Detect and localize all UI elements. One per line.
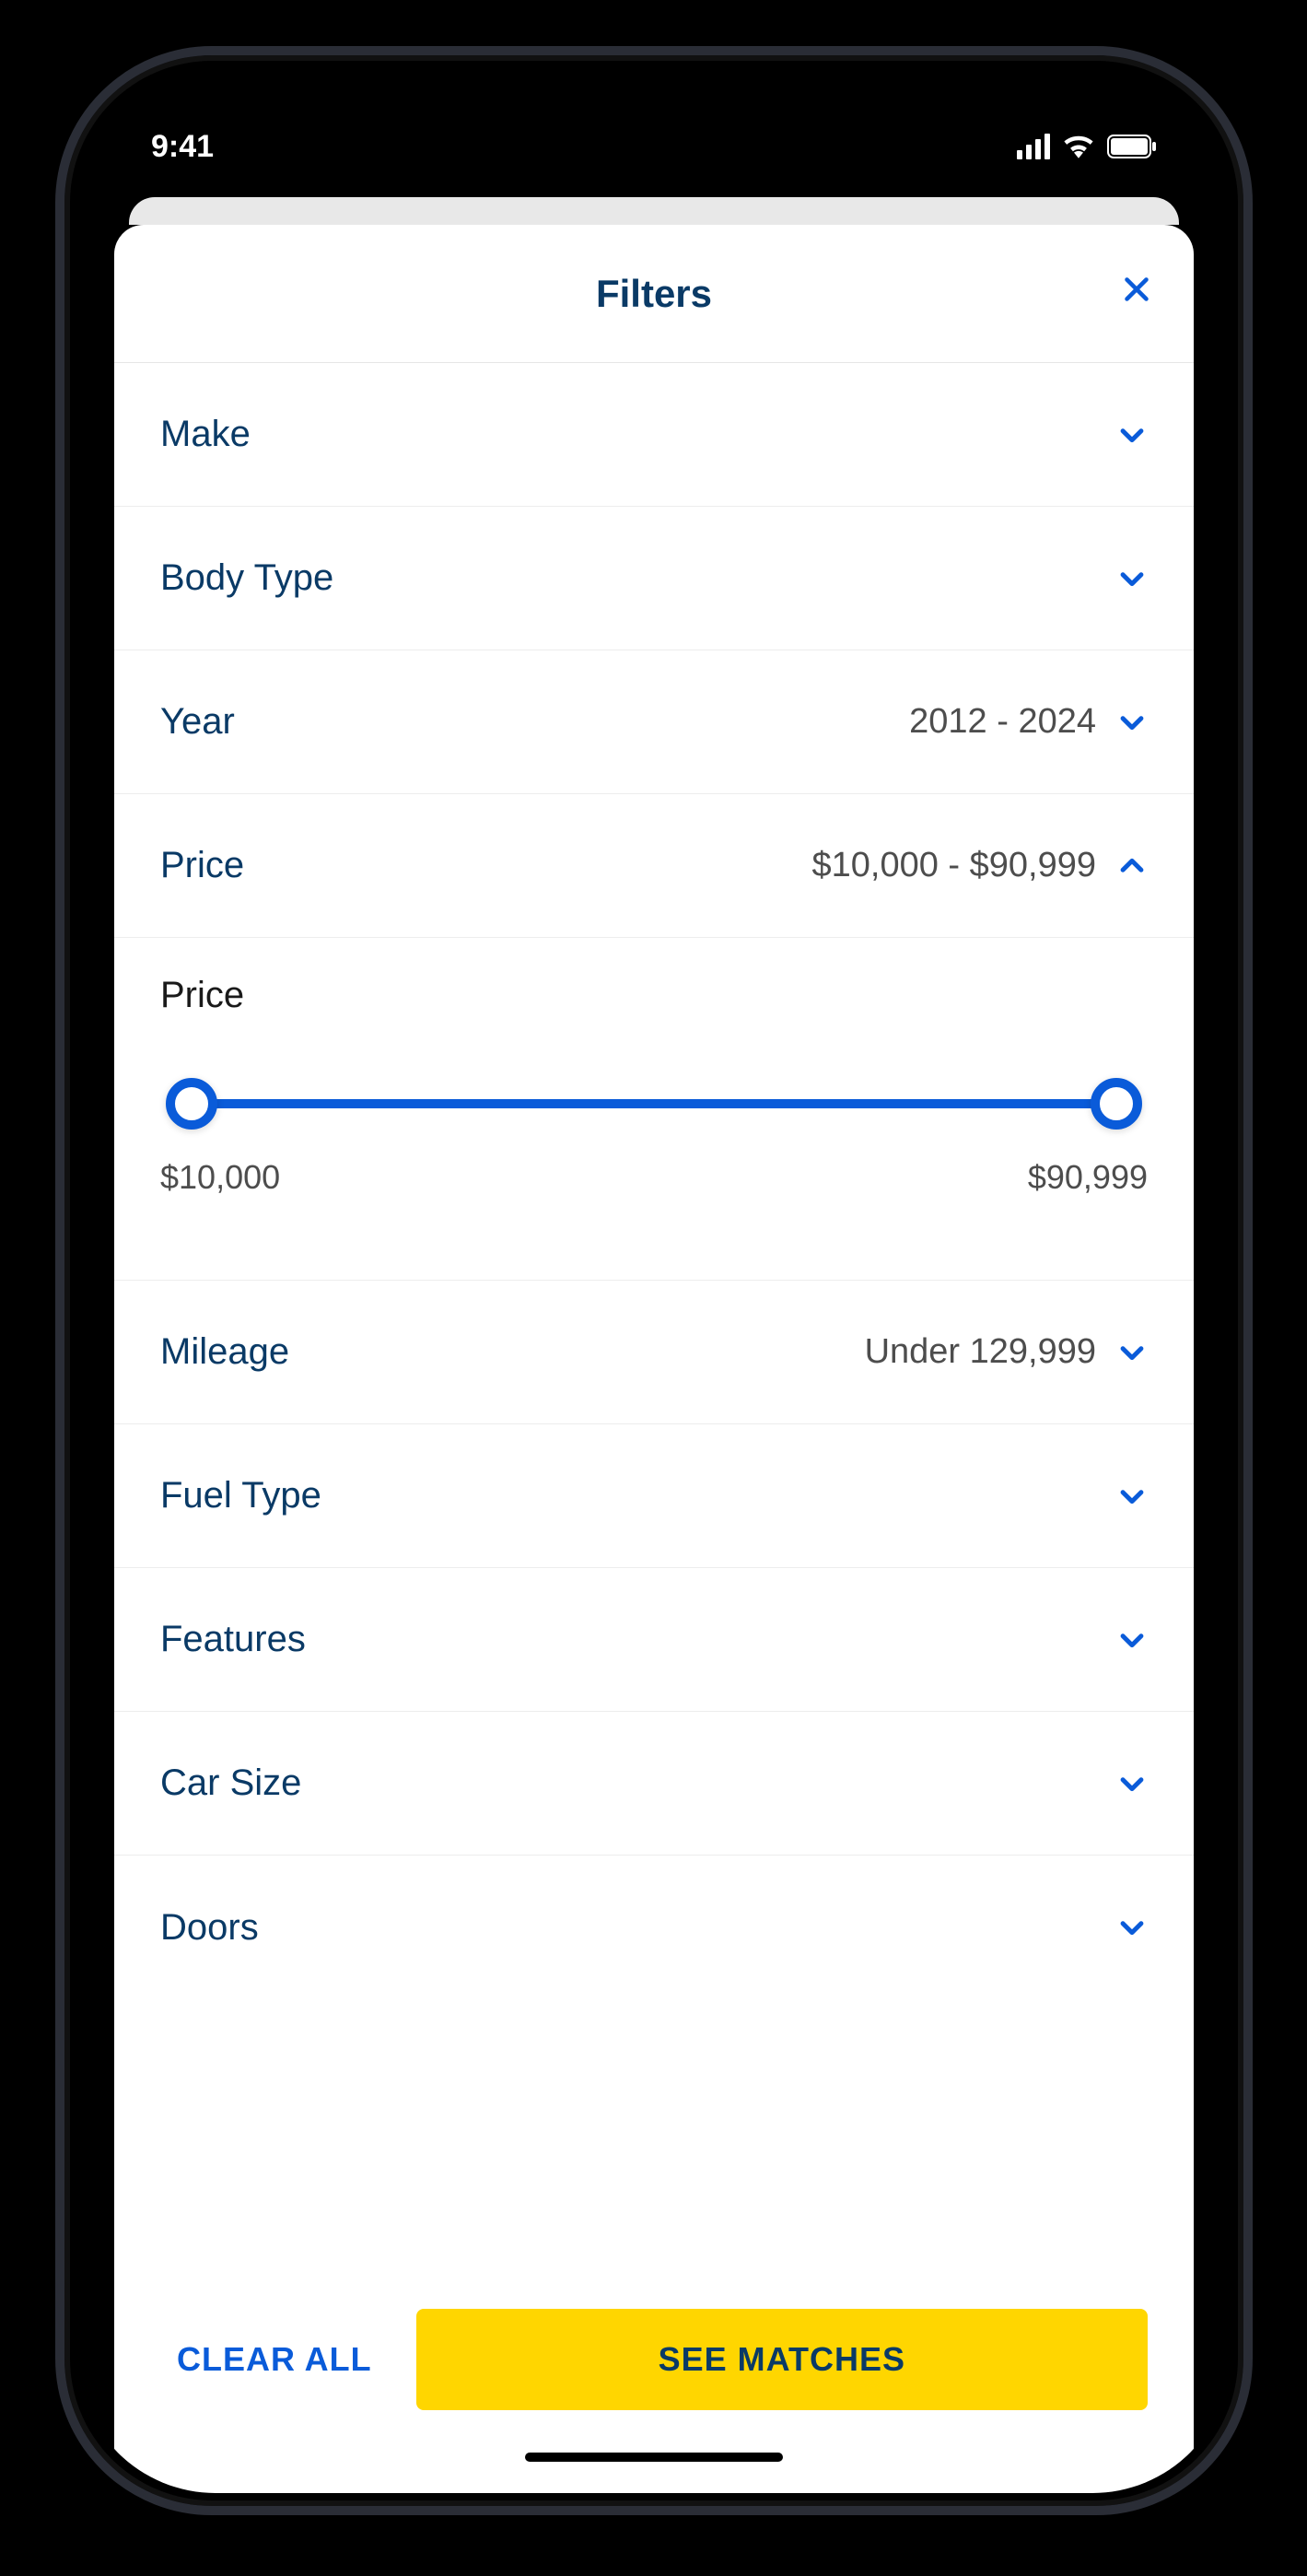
dynamic-island	[507, 100, 801, 164]
side-button	[55, 737, 61, 940]
filter-label: Car Size	[160, 1762, 301, 1804]
filter-label: Doors	[160, 1907, 259, 1949]
filter-value: Under 129,999	[865, 1332, 1096, 1372]
chevron-down-icon	[1116, 1481, 1148, 1512]
status-right	[1017, 134, 1157, 159]
side-button	[1247, 811, 1253, 1124]
filter-row-make[interactable]: Make	[114, 363, 1194, 507]
home-indicator[interactable]	[525, 2453, 783, 2462]
filter-row-body-type[interactable]: Body Type	[114, 507, 1194, 650]
close-button[interactable]	[1120, 273, 1153, 315]
sheet-header: Filters	[114, 225, 1194, 363]
filter-value: $10,000 - $90,999	[812, 846, 1097, 885]
filter-value: 2012 - 2024	[909, 702, 1096, 742]
filter-row-doors[interactable]: Doors	[114, 1856, 1194, 1999]
wifi-icon	[1063, 135, 1094, 158]
sheet-title: Filters	[596, 272, 712, 316]
filter-label: Fuel Type	[160, 1475, 321, 1516]
chevron-down-icon	[1116, 1337, 1148, 1368]
chevron-down-icon	[1116, 563, 1148, 594]
chevron-down-icon	[1116, 1768, 1148, 1799]
chevron-up-icon	[1116, 850, 1148, 882]
filter-row-year[interactable]: Year 2012 - 2024	[114, 650, 1194, 794]
chevron-down-icon	[1116, 1624, 1148, 1656]
filter-label: Make	[160, 414, 251, 455]
chevron-down-icon	[1116, 707, 1148, 738]
filter-label: Mileage	[160, 1331, 289, 1373]
cellular-icon	[1017, 134, 1050, 159]
filter-label: Features	[160, 1619, 306, 1660]
chevron-down-icon	[1116, 419, 1148, 451]
clear-all-button[interactable]: CLEAR ALL	[160, 2314, 389, 2405]
background-sheet	[129, 197, 1179, 225]
price-slider[interactable]	[169, 1081, 1138, 1127]
screen: 9:41 Filters	[77, 68, 1231, 2493]
slider-thumb-min[interactable]	[166, 1078, 217, 1130]
filter-label: Year	[160, 701, 235, 743]
filter-list[interactable]: Make Body Type Y	[114, 363, 1194, 2277]
slider-max-value: $90,999	[1028, 1158, 1148, 1197]
chevron-down-icon	[1116, 1912, 1148, 1943]
see-matches-button[interactable]: SEE MATCHES	[416, 2309, 1148, 2410]
filters-sheet: Filters Make Body Type	[114, 225, 1194, 2493]
price-slider-panel: Price $10,000 $90,999	[114, 938, 1194, 1281]
price-slider-label: Price	[160, 975, 1148, 1016]
status-time: 9:41	[151, 129, 214, 165]
slider-thumb-max[interactable]	[1091, 1078, 1142, 1130]
slider-values: $10,000 $90,999	[160, 1158, 1148, 1197]
side-button	[55, 553, 61, 663]
filter-row-fuel-type[interactable]: Fuel Type	[114, 1424, 1194, 1568]
slider-track	[188, 1099, 1120, 1108]
filter-row-mileage[interactable]: Mileage Under 129,999	[114, 1281, 1194, 1424]
filter-row-features[interactable]: Features	[114, 1568, 1194, 1712]
filter-label: Price	[160, 845, 244, 886]
filter-label: Body Type	[160, 557, 333, 599]
slider-min-value: $10,000	[160, 1158, 280, 1197]
battery-icon	[1107, 135, 1157, 158]
filter-row-price[interactable]: Price $10,000 - $90,999	[114, 794, 1194, 938]
phone-frame: 9:41 Filters	[55, 46, 1253, 2515]
side-button	[55, 986, 61, 1188]
filter-row-car-size[interactable]: Car Size	[114, 1712, 1194, 1856]
